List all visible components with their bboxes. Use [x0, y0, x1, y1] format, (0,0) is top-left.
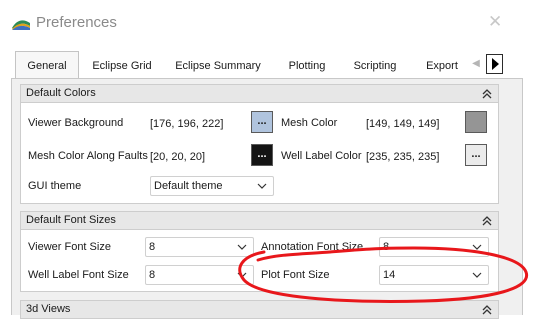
tab-export[interactable]: Export	[418, 55, 466, 77]
plot-font-size-label: Plot Font Size	[261, 269, 330, 281]
close-icon[interactable]: ✕	[488, 12, 502, 32]
tab-eclipse-grid[interactable]: Eclipse Grid	[84, 55, 160, 77]
annotation-font-size-label: Annotation Font Size	[261, 241, 364, 253]
collapse-icon[interactable]	[482, 88, 492, 100]
tab-plotting[interactable]: Plotting	[280, 55, 334, 77]
well-label-font-size-label: Well Label Font Size	[28, 269, 129, 281]
mesh-color-button[interactable]	[465, 111, 487, 133]
chevron-down-icon	[472, 244, 482, 250]
gui-theme-label: GUI theme	[28, 180, 82, 192]
mesh-color-value: [149, 149, 149]	[366, 118, 440, 130]
chevron-down-icon	[237, 244, 247, 250]
well-label-font-size-value: 8	[149, 269, 156, 281]
tab-eclipse-summary[interactable]: Eclipse Summary	[167, 55, 269, 77]
app-logo-icon	[12, 20, 30, 30]
triangle-right-icon	[491, 58, 499, 70]
default-colors-title: Default Colors	[26, 87, 96, 99]
tab-scroll-right-button[interactable]	[486, 54, 503, 74]
well-label-font-size-dropdown[interactable]: 8	[145, 265, 254, 285]
default-font-sizes-body: Viewer Font Size 8 Annotation Font Size …	[20, 230, 499, 292]
default-colors-header[interactable]: Default Colors	[20, 84, 499, 103]
collapse-icon[interactable]	[482, 215, 492, 227]
viewer-font-size-dropdown[interactable]: 8	[145, 237, 254, 257]
annotation-font-size-value: 8	[383, 241, 390, 253]
default-font-sizes-header[interactable]: Default Font Sizes	[20, 211, 499, 230]
3d-views-title: 3d Views	[26, 303, 71, 315]
plot-font-size-dropdown[interactable]: 14	[379, 265, 489, 285]
well-label-color-label: Well Label Color	[281, 150, 362, 162]
3d-views-header[interactable]: 3d Views	[20, 300, 499, 319]
viewer-background-color-button[interactable]: ...	[251, 111, 273, 133]
chevron-down-icon	[257, 183, 267, 189]
window-title: Preferences	[36, 14, 117, 31]
mesh-color-faults-button[interactable]: ...	[251, 144, 273, 166]
default-font-sizes-title: Default Font Sizes	[26, 214, 116, 226]
collapse-icon[interactable]	[482, 304, 492, 316]
gui-theme-dropdown[interactable]: Default theme	[150, 176, 274, 196]
mesh-color-faults-label: Mesh Color Along Faults	[28, 150, 148, 162]
chevron-down-icon	[237, 272, 247, 278]
annotation-font-size-dropdown[interactable]: 8	[379, 237, 489, 257]
viewer-font-size-value: 8	[149, 241, 156, 253]
well-label-color-value: [235, 235, 235]	[366, 151, 440, 163]
viewer-background-label: Viewer Background	[28, 117, 124, 129]
gui-theme-value: Default theme	[154, 180, 223, 192]
tab-general[interactable]: General	[15, 51, 79, 79]
tab-scripting[interactable]: Scripting	[346, 55, 404, 77]
plot-font-size-value: 14	[383, 269, 396, 281]
tab-scroll-left-icon[interactable]: ◀	[469, 56, 483, 72]
default-colors-body: Viewer Background [176, 196, 222] ... Me…	[20, 103, 499, 204]
well-label-color-button[interactable]: ...	[465, 144, 487, 166]
mesh-color-label: Mesh Color	[281, 117, 338, 129]
mesh-color-faults-value: [20, 20, 20]	[150, 151, 206, 163]
chevron-down-icon	[472, 272, 482, 278]
viewer-font-size-label: Viewer Font Size	[28, 241, 111, 253]
viewer-background-value: [176, 196, 222]	[150, 118, 224, 130]
